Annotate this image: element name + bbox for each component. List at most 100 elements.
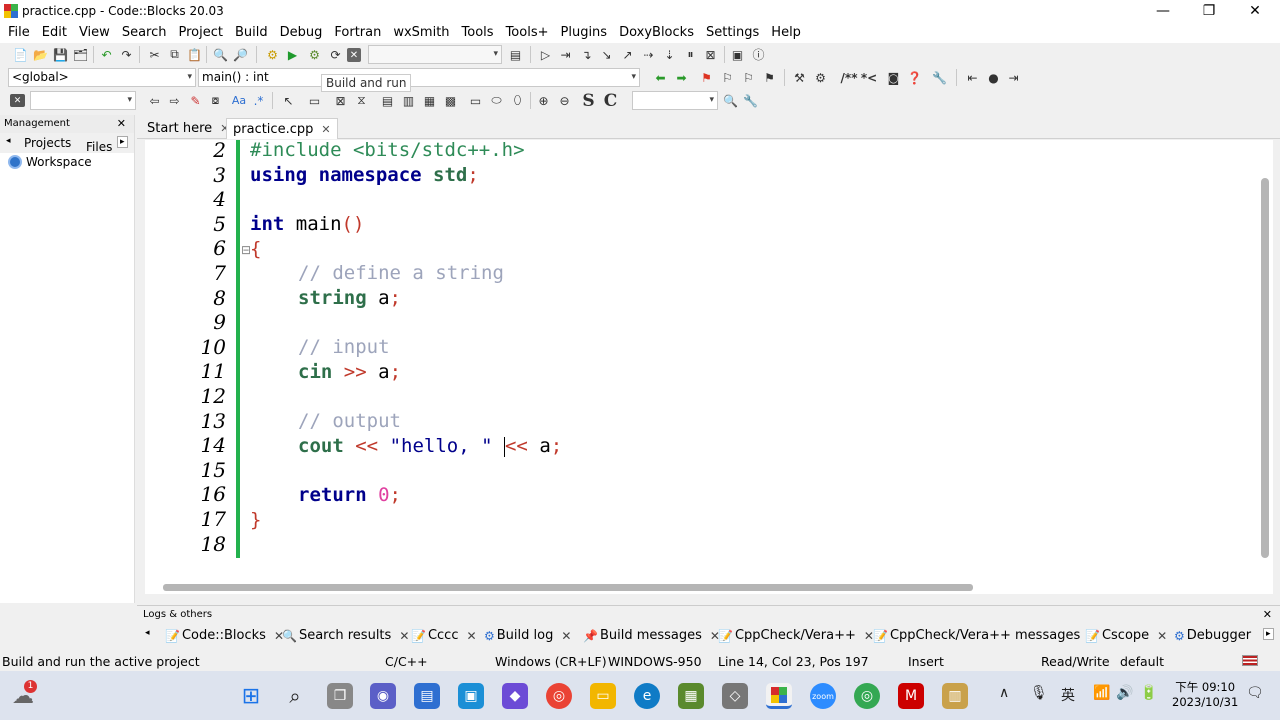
shape-input-icon[interactable]: ▭ [467,92,484,109]
search-prev-icon[interactable]: ⇦ [146,92,163,109]
symbol-search-combo[interactable]: ▾ [632,91,718,110]
symbol-settings-icon[interactable]: 🔧 [742,92,759,109]
menu-help[interactable]: Help [766,25,808,40]
log-tab-cscope[interactable]: 📝 Cscope ✕ [1085,628,1167,643]
shape-block-icon[interactable]: ▤ [379,92,396,109]
roblox-icon[interactable]: ◇ [722,683,748,709]
prev-change-icon[interactable]: ⇤ [964,69,981,86]
menu-wxsmith[interactable]: wxSmith [388,25,456,40]
code-line[interactable]: int main() [250,213,364,238]
tab-files[interactable]: Files [86,140,112,154]
paste-icon[interactable]: 📋 [186,46,203,63]
code-line[interactable]: } [250,509,261,534]
shape-rect-icon[interactable]: ▭ [306,92,323,109]
code-line[interactable]: string a; [298,287,401,312]
vertical-scrollbar[interactable] [1258,140,1273,578]
log-tab-build-messages[interactable]: 📌 Build messages ✕ [583,628,720,643]
log-tab-debugger[interactable]: ⚙ Debugger [1174,628,1251,643]
step-into-instruction-icon[interactable]: ⇣ [661,46,678,63]
debug-windows-icon[interactable]: ▣ [729,46,746,63]
code-line[interactable]: cout << "hello, " << a; [298,435,562,460]
save-icon[interactable]: 💾 [52,46,69,63]
redo-icon[interactable]: ↷ [118,46,135,63]
management-close-button[interactable]: ✕ [117,115,126,133]
run-to-cursor-icon[interactable]: ⇥ [557,46,574,63]
scope-combo[interactable]: <global> ▾ [8,68,196,87]
log-tab-cppcheck-messages[interactable]: 📝 CppCheck/Vera++ messages ✕ [873,628,1098,643]
clear-search-icon[interactable]: ✕ [10,94,25,107]
doxy-line-comment-button[interactable]: *< [860,69,878,86]
step-out-icon[interactable]: ↗ [619,46,636,63]
copy-icon[interactable]: ⧉ [166,46,183,63]
shape-return-icon[interactable]: ▩ [442,92,459,109]
menu-settings[interactable]: Settings [701,25,766,40]
start-menu-icon[interactable]: ⊞ [238,683,264,709]
logs-scroll-right-icon[interactable]: ▸ [1263,628,1274,640]
shape-decision-icon[interactable]: ⊠ [332,92,349,109]
bookmark-prev-icon[interactable]: ⚐ [719,69,736,86]
find-icon[interactable]: 🔍 [212,46,229,63]
target-options-icon[interactable]: ▤ [507,46,524,63]
debug-continue-icon[interactable]: ▷ [537,46,554,63]
regex-icon[interactable]: .* [250,92,267,109]
save-all-icon[interactable]: 🗂 [72,46,89,63]
minimize-button[interactable]: — [1140,0,1186,22]
menu-tools[interactable]: Tools [457,25,501,40]
shape-loop-icon[interactable]: ⧖ [353,92,370,109]
various-info-icon[interactable]: ⓘ [750,46,767,63]
log-tab-cccc[interactable]: 📝 Cccc ✕ [411,628,477,643]
archive-icon[interactable]: ▥ [942,683,968,709]
symbol-find-icon[interactable]: 🔍 [722,92,739,109]
workspace-tree-item[interactable]: Workspace [8,155,92,169]
horizontal-scrollbar[interactable] [145,578,1273,594]
log-tab-cppcheck[interactable]: 📝 CppCheck/Vera++ ✕ [718,628,874,643]
codeblocks-taskbar-icon[interactable] [766,683,792,709]
pause-icon[interactable]: ⏸ [682,46,699,63]
log-tab-build-log[interactable]: ⚙ Build log ✕ [484,628,571,643]
cut-icon[interactable]: ✂ [146,46,163,63]
menu-plugins[interactable]: Plugins [556,25,615,40]
close-window-button[interactable]: ✕ [1232,0,1278,22]
pointer-icon[interactable]: ↖ [280,92,297,109]
battery-icon[interactable]: 🔋 [1140,685,1157,701]
logs-scroll-left-icon[interactable]: ◂ [145,628,150,638]
step-into-icon[interactable]: ↘ [598,46,615,63]
jump-forward-icon[interactable]: ➡ [673,69,690,86]
menu-search[interactable]: Search [117,25,174,40]
doxy-config-icon[interactable]: 🔧 [931,69,948,86]
code-line[interactable]: return 0; [298,484,401,509]
ime-indicator[interactable]: 英 [1061,685,1075,705]
doxy-html-icon[interactable]: ◙ [885,69,902,86]
menu-doxyblocks[interactable]: DoxyBlocks [614,25,701,40]
code-line[interactable]: // input [298,336,390,361]
menu-tools-plus[interactable]: Tools+ [501,25,556,40]
code-line[interactable]: using namespace std; [250,164,479,189]
microphone-icon[interactable]: 🎙 [1030,685,1048,701]
stop-debugger-icon[interactable]: ⊠ [702,46,719,63]
scrollbar-thumb[interactable] [1261,178,1269,558]
next-change-icon[interactable]: ⇥ [1005,69,1022,86]
zoom-out-icon[interactable]: ⊖ [556,92,573,109]
photos-icon[interactable]: ▣ [458,683,484,709]
menu-fortran[interactable]: Fortran [329,25,388,40]
nassi-source-button[interactable]: S [580,91,597,111]
volume-icon[interactable]: 🔊 [1116,685,1133,701]
match-case-icon[interactable]: Aa [229,92,249,109]
scrollbar-thumb[interactable] [163,584,973,591]
wifi-icon[interactable]: 📶 [1093,685,1110,701]
copilot-icon[interactable]: ◆ [502,683,528,709]
shape-call-icon[interactable]: ⬯ [509,92,526,109]
next-instruction-icon[interactable]: ⇢ [640,46,657,63]
code-line[interactable]: // output [298,410,401,435]
run-icon[interactable]: ▶ [284,46,301,63]
code-line[interactable]: cin >> a; [298,361,401,386]
minecraft-icon[interactable]: ▦ [678,683,704,709]
teams-chat-icon[interactable]: ◉ [370,683,396,709]
incremental-search-combo[interactable]: ▾ [30,91,136,110]
task-view-icon[interactable]: ❐ [327,683,353,709]
file-explorer-icon[interactable]: ▭ [590,683,616,709]
new-file-icon[interactable]: 📄 [12,46,29,63]
shape-break-icon[interactable]: ▦ [421,92,438,109]
open-file-icon[interactable]: 📂 [32,46,49,63]
search-next-icon[interactable]: ⇨ [166,92,183,109]
